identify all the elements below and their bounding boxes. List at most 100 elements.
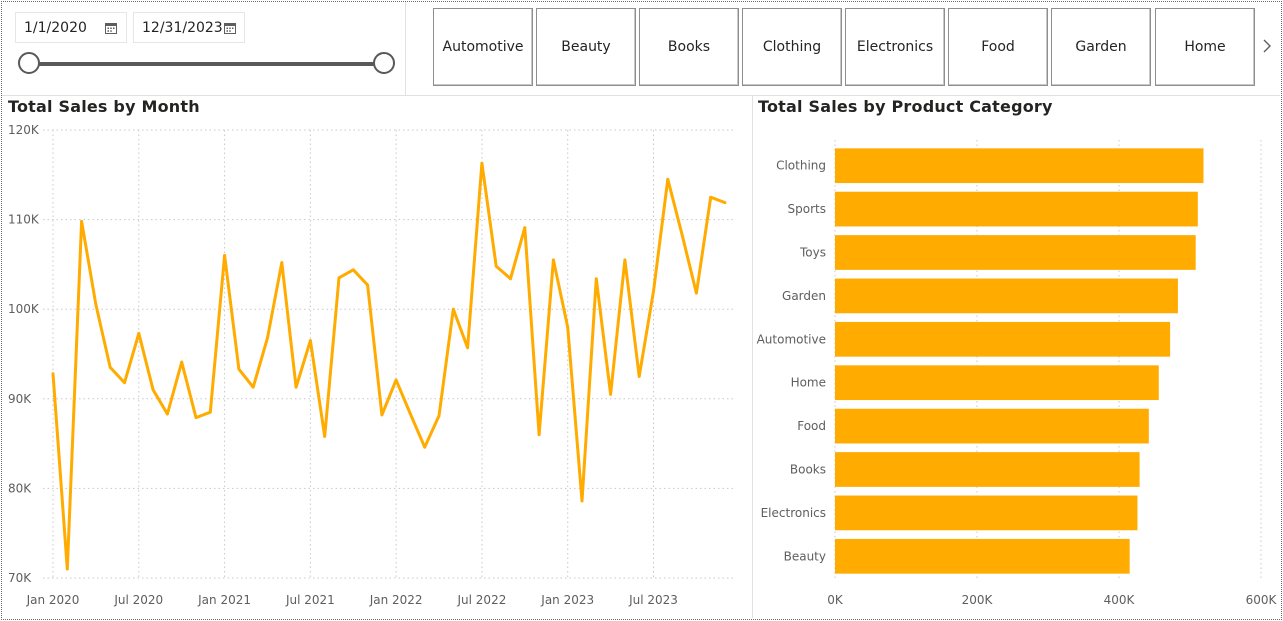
category-label: Electronics — [761, 506, 826, 520]
category-label: Toys — [799, 246, 826, 260]
x-tick-label: Jul 2021 — [285, 593, 335, 607]
data-point — [208, 410, 212, 414]
category-label: Garden — [782, 289, 826, 303]
sales-line — [51, 161, 726, 571]
bar-food — [835, 408, 1149, 444]
data-point — [423, 445, 427, 449]
data-point — [509, 277, 512, 281]
bar-electronics — [835, 495, 1138, 531]
data-point — [723, 201, 727, 204]
data-point — [137, 331, 141, 335]
category-tile-home[interactable]: Home — [1155, 8, 1255, 86]
data-point — [609, 392, 613, 396]
data-point — [351, 268, 355, 272]
data-point — [695, 291, 698, 295]
data-point — [394, 378, 398, 382]
data-point — [652, 289, 655, 293]
category-label: Clothing — [776, 159, 826, 173]
x-tick-label: 400K — [1104, 593, 1136, 607]
data-point — [437, 414, 441, 418]
data-point — [180, 360, 184, 364]
data-point — [451, 307, 455, 311]
data-point — [80, 219, 83, 223]
x-tick-label: Jan 2023 — [540, 593, 594, 607]
data-point — [380, 413, 384, 417]
x-tick-label: Jul 2020 — [113, 593, 163, 607]
end-date-value: 12/31/2023 — [142, 19, 223, 36]
data-point — [251, 385, 255, 389]
x-tick-label: Jan 2020 — [26, 593, 80, 607]
category-tile-beauty[interactable]: Beauty — [536, 8, 636, 86]
data-point — [680, 233, 684, 237]
category-tile-electronics[interactable]: Electronics — [845, 8, 945, 86]
slider-end-handle[interactable] — [373, 52, 395, 74]
data-point — [294, 385, 298, 389]
bar-chart-title: Total Sales by Product Category — [758, 97, 1053, 116]
category-tile-food[interactable]: Food — [948, 8, 1048, 86]
date-range-slider[interactable] — [18, 50, 398, 78]
category-tile-automotive[interactable]: Automotive — [433, 8, 533, 86]
category-label: Beauty — [784, 549, 826, 563]
x-tick-label: 0K — [827, 593, 844, 607]
calendar-icon[interactable] — [223, 22, 238, 34]
data-point — [409, 412, 412, 416]
data-point — [709, 195, 713, 199]
category-label: Sports — [788, 202, 826, 216]
data-point — [123, 381, 126, 385]
data-point — [666, 177, 670, 181]
x-tick-label: Jan 2022 — [369, 593, 423, 607]
category-label: Automotive — [757, 332, 826, 346]
slider-track[interactable] — [30, 62, 386, 66]
category-tile-clothing[interactable]: Clothing — [742, 8, 842, 86]
start-date-value: 1/1/2020 — [24, 19, 87, 36]
bar-beauty — [835, 538, 1130, 574]
bar-automotive — [835, 321, 1171, 357]
data-point — [480, 161, 484, 165]
bar-home — [835, 365, 1159, 401]
data-point — [537, 433, 541, 437]
x-tick-label: Jul 2022 — [457, 593, 507, 607]
y-tick-label: 110K — [8, 213, 40, 227]
x-tick-label: Jan 2021 — [197, 593, 251, 607]
category-tile-books[interactable]: Books — [639, 8, 739, 86]
y-tick-label: 100K — [8, 302, 40, 316]
data-point — [566, 325, 570, 329]
bar-chart: 0K 200K 400K 600K Clothing Sports Toys Garden Au… — [757, 140, 1278, 607]
calendar-icon[interactable] — [102, 22, 120, 34]
data-point — [580, 499, 584, 503]
divider — [2, 95, 1280, 96]
x-tick-label: 600K — [1246, 593, 1278, 607]
slider-start-handle[interactable] — [18, 52, 40, 74]
y-tick-label: 80K — [8, 481, 32, 495]
bar-toys — [835, 235, 1196, 270]
data-point — [223, 254, 226, 257]
category-label: Books — [790, 463, 826, 477]
line-chart: 70K 80K 90K 100K 110K 120K Jan 2020 Jul 2020 Jan… — [8, 123, 735, 607]
y-tick-label: 120K — [8, 123, 40, 137]
data-point — [637, 375, 641, 378]
data-point — [151, 388, 155, 392]
data-point — [308, 339, 312, 342]
bar-sports — [835, 191, 1198, 227]
x-tick-label: 200K — [962, 593, 994, 607]
data-point — [194, 416, 198, 420]
data-point — [494, 264, 498, 268]
category-tile-garden[interactable]: Garden — [1051, 8, 1151, 86]
y-tick-label: 70K — [8, 571, 32, 585]
bar-garden — [835, 278, 1178, 314]
end-date-input[interactable]: 12/31/2023 — [133, 12, 245, 43]
x-tick-label: Jul 2023 — [628, 593, 678, 607]
bar-books — [835, 452, 1140, 487]
data-point — [266, 336, 269, 340]
data-point — [594, 277, 598, 281]
chevron-right-icon[interactable] — [1262, 38, 1272, 58]
data-point — [165, 412, 169, 416]
data-point — [466, 346, 470, 350]
line-chart-title: Total Sales by Month — [8, 97, 200, 116]
start-date-input[interactable]: 1/1/2020 — [15, 12, 127, 43]
data-point — [337, 276, 341, 280]
data-point — [523, 226, 527, 230]
data-point — [65, 567, 69, 571]
data-point — [552, 258, 555, 262]
data-point — [366, 283, 369, 287]
